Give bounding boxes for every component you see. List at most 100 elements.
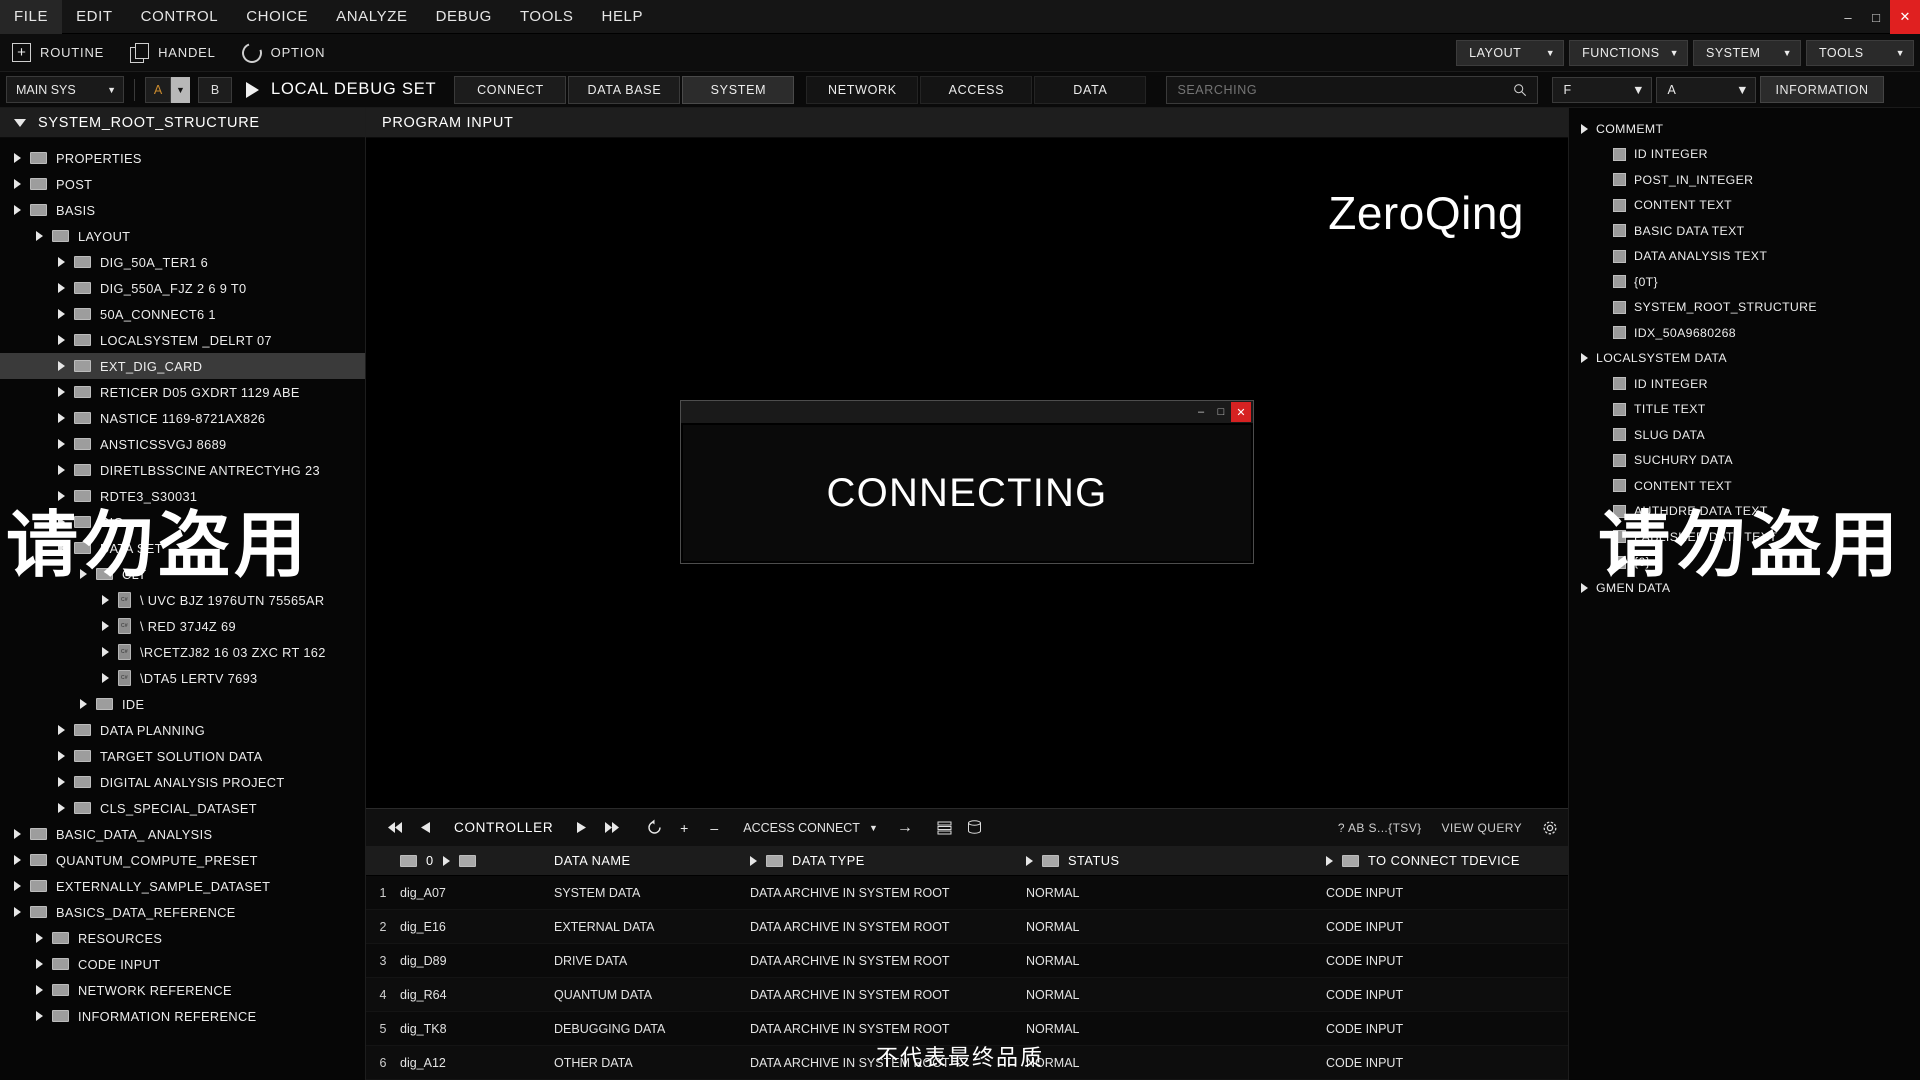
tree-item[interactable]: POST [0,171,365,197]
chevron-right-icon[interactable] [36,933,43,943]
schema-item[interactable]: PABLISHED DATA TEXT [1569,524,1920,550]
chevron-right-icon[interactable] [14,855,21,865]
tree-item[interactable]: DIGITAL ANALYSIS PROJECT [0,769,365,795]
schema-item[interactable]: ID INTEGER [1569,371,1920,397]
tree-item[interactable]: DIG_50A_TER1 6 [0,249,365,275]
tree-item[interactable]: ANSTICSSVGJ 8689 [0,431,365,457]
schema-item[interactable]: LOCALSYSTEM DATA [1569,346,1920,372]
chevron-right-icon[interactable] [58,413,65,423]
chevron-right-icon[interactable] [36,1011,43,1021]
chevron-right-icon[interactable] [14,205,21,215]
dialog-maximize-icon[interactable]: □ [1211,402,1231,422]
chevron-right-icon[interactable] [1581,353,1588,364]
play-icon[interactable] [567,809,597,847]
chevron-right-icon[interactable] [14,153,21,163]
schema-item[interactable]: {0} [1569,550,1920,576]
tree-item[interactable]: \DTA5 LERTV 7693 [0,665,365,691]
schema-item[interactable]: TITLE TEXT [1569,397,1920,423]
chevron-right-icon[interactable] [58,725,65,735]
table-row[interactable]: 4 dig_R64 QUANTUM DATA DATA ARCHIVE IN SYST… [366,978,1568,1012]
tab-connect[interactable]: CONNECT [454,75,567,104]
chevron-right-icon[interactable] [102,647,109,657]
chevron-right-icon[interactable] [1326,855,1333,866]
tree-item[interactable]: BASICS_DATA_REFERENCE [0,899,365,925]
tab-system[interactable]: SYSTEM [682,75,795,104]
tree-item[interactable]: CLT [0,561,365,587]
menu-item-help[interactable]: HELP [588,0,658,34]
skip-back-icon[interactable] [380,809,410,847]
schema-item[interactable]: DATA ANALYSIS TEXT [1569,244,1920,270]
view-query-button[interactable]: VIEW QUERY [1442,821,1522,835]
chevron-right-icon[interactable] [58,803,65,813]
tree-item[interactable]: RETICER D05 GXDRT 1129 ABE [0,379,365,405]
channel-a-button[interactable]: A [145,76,171,103]
left-panel-header[interactable]: SYSTEM_ROOT_STRUCTURE [0,108,365,138]
chevron-right-icon[interactable] [58,439,65,449]
tree-item[interactable]: \ UVC BJZ 1976UTN 75565AR [0,587,365,613]
dropdown-system[interactable]: SYSTEM ▼ [1693,39,1801,66]
close-icon[interactable]: ✕ [1890,0,1920,34]
table-row[interactable]: 1 dig_A07 SYSTEM DATA DATA ARCHIVE IN SYSTE… [366,876,1568,910]
chevron-right-icon[interactable] [80,699,87,709]
channel-a-chevron-icon[interactable]: ▼ [171,76,190,103]
dialog-close-icon[interactable]: ✕ [1231,402,1251,422]
schema-item[interactable]: ID INTEGER [1569,142,1920,168]
gear-icon[interactable] [1542,820,1558,836]
tree-item[interactable]: TARGET SOLUTION DATA [0,743,365,769]
chevron-right-icon[interactable] [58,491,65,501]
tree-item[interactable]: RESOURCES [0,925,365,951]
tree-item[interactable]: \RCETZJ82 16 03 ZXC RT 162 [0,639,365,665]
access-connect-select[interactable]: ACCESS CONNECT ▼ [743,821,878,835]
tree-item[interactable]: BASIC_DATA_ ANALYSIS [0,821,365,847]
schema-item[interactable]: SYSTEM_ROOT_STRUCTURE [1569,295,1920,321]
arrow-right-icon[interactable]: → [890,809,920,847]
data-type-col-header[interactable]: DATA TYPE [750,853,1026,868]
chevron-right-icon[interactable] [58,309,65,319]
chevron-down-icon[interactable] [14,118,26,127]
play-back-icon[interactable] [410,809,440,847]
tree-item[interactable]: LOCALSYSTEM _DELRT 07 [0,327,365,353]
chevron-right-icon[interactable] [58,543,65,553]
chevron-right-icon[interactable] [14,179,21,189]
dropdown-tools[interactable]: TOOLS ▼ [1806,39,1914,66]
chevron-right-icon[interactable] [36,231,43,241]
chevron-right-icon[interactable] [58,387,65,397]
schema-item[interactable]: BASIC DATA TEXT [1569,218,1920,244]
chevron-right-icon[interactable] [102,673,109,683]
ribbon-handel[interactable]: HANDEL [130,43,216,63]
status-col-header[interactable]: STATUS [1026,853,1326,868]
tree-item[interactable]: EXTERNALLY_SAMPLE_DATASET [0,873,365,899]
database-stack-icon[interactable] [930,809,960,847]
tree-item[interactable]: NASTICE 1169-8721AX826 [0,405,365,431]
tree-item[interactable]: RIG [0,509,365,535]
chevron-right-icon[interactable] [58,465,65,475]
tree-item[interactable]: QUANTUM_COMPUTE_PRESET [0,847,365,873]
menu-item-edit[interactable]: EDIT [62,0,127,34]
tab-data-base[interactable]: DATA BASE [568,75,681,104]
chevron-right-icon[interactable] [58,361,65,371]
ribbon-routine[interactable]: + ROUTINE [12,43,104,62]
dropdown-layout[interactable]: LAYOUT ▼ [1456,39,1565,66]
main-sys-select[interactable]: MAIN SYS ▼ [6,76,124,103]
table-row[interactable]: 3 dig_D89 DRIVE DATA DATA ARCHIVE IN SYSTEM… [366,944,1568,978]
tree-item[interactable]: EXT_DIG_CARD [0,353,365,379]
tree-item[interactable]: DIRETLBSSCINE ANTRECTYHG 23 [0,457,365,483]
channel-b-button[interactable]: B [198,76,232,103]
data-name-col-header[interactable]: DATA NAME [554,853,750,868]
tree-item[interactable]: PROPERTIES [0,145,365,171]
chevron-right-icon[interactable] [14,829,21,839]
minimize-icon[interactable]: – [1834,0,1862,34]
schema-item[interactable]: POST_IN_INTEGER [1569,167,1920,193]
schema-item[interactable]: CONTENT TEXT [1569,193,1920,219]
menu-item-control[interactable]: CONTROL [127,0,233,34]
chevron-right-icon[interactable] [1026,855,1033,866]
dropdown-functions[interactable]: FUNCTIONS ▼ [1569,39,1688,66]
tree-item[interactable]: 50A_CONNECT6 1 [0,301,365,327]
schema-item[interactable]: COMMEMT [1569,116,1920,142]
device-col-header[interactable]: TO CONNECT TDEVICE [1326,853,1568,868]
tree-item[interactable]: DIG_550A_FJZ 2 6 9 T0 [0,275,365,301]
index-col-header[interactable]: 0 [400,853,554,868]
tree-item[interactable]: LAYOUT [0,223,365,249]
table-row[interactable]: 2 dig_E16 EXTERNAL DATA DATA ARCHIVE IN SYS… [366,910,1568,944]
information-button[interactable]: INFORMATION [1760,76,1884,103]
